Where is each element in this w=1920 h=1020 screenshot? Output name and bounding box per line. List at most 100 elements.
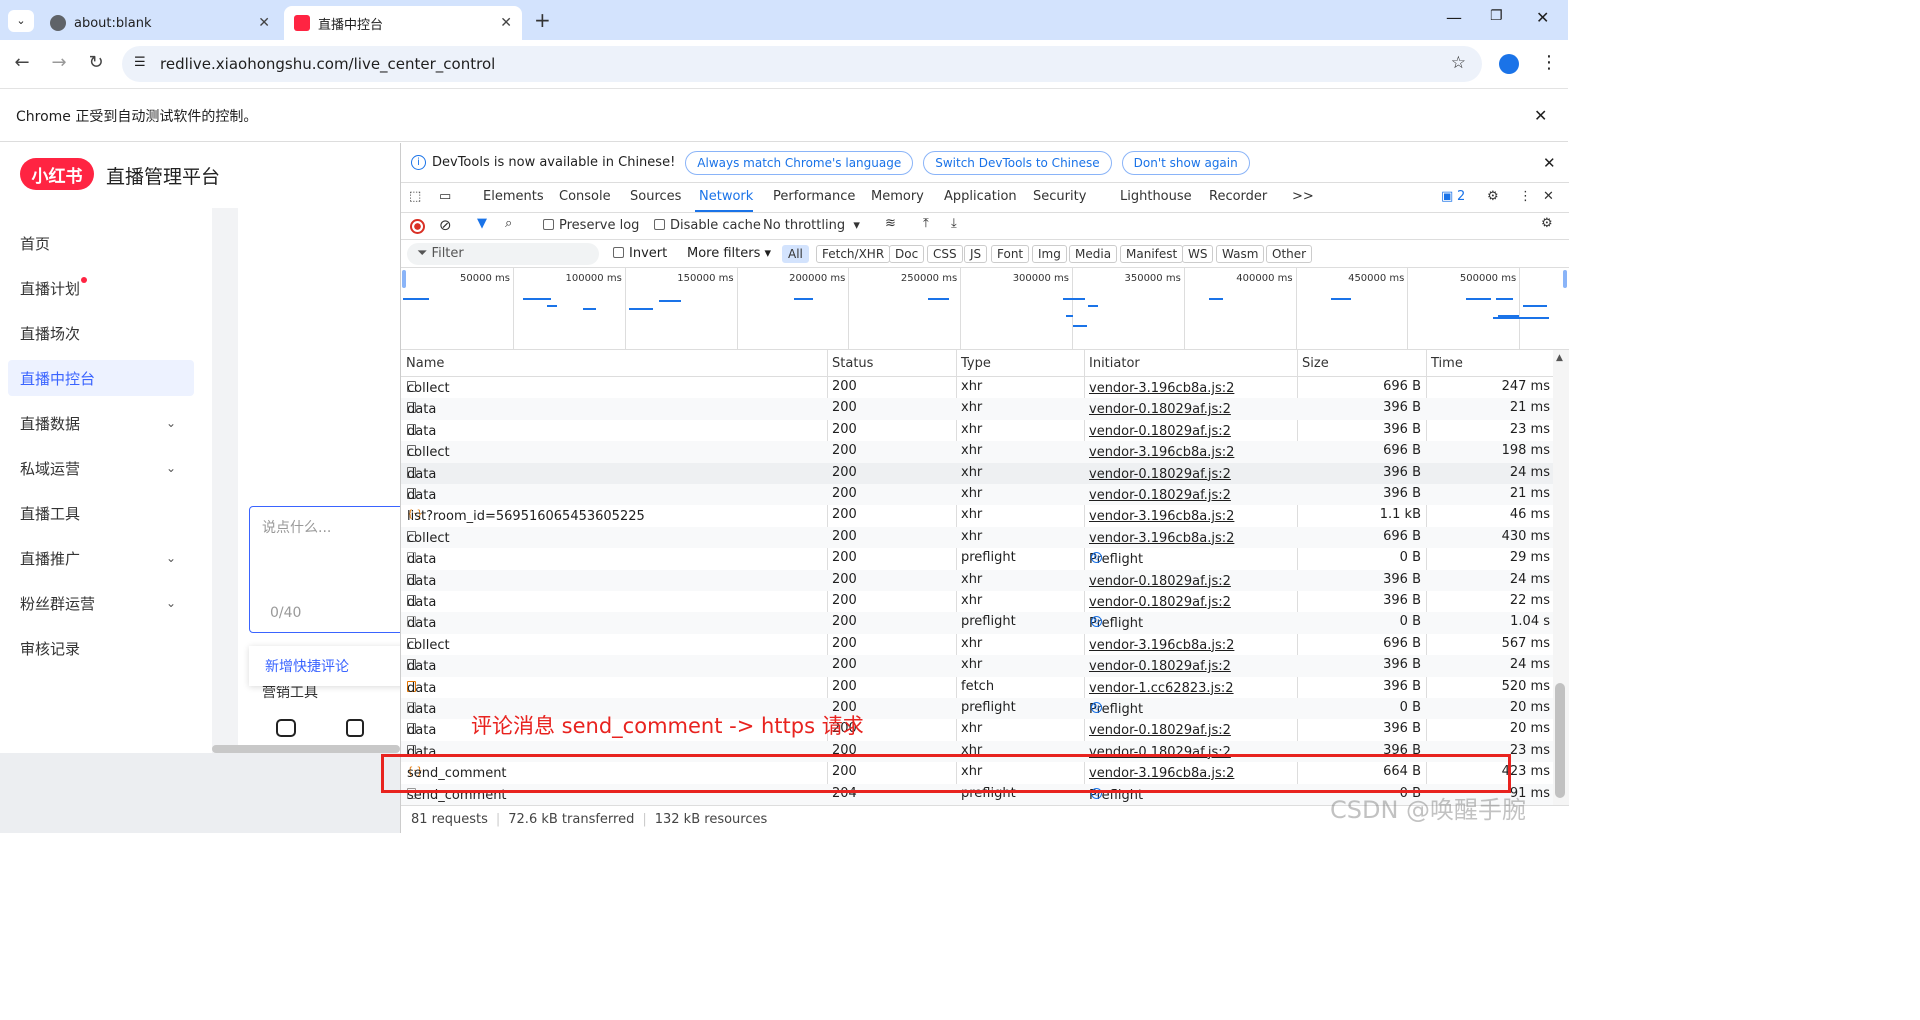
- comment-input[interactable]: 说点什么... 0/40: [249, 506, 409, 633]
- filter-media[interactable]: Media: [1069, 245, 1118, 263]
- scroll-up-icon[interactable]: ▲: [1556, 353, 1563, 363]
- filter-all[interactable]: All: [782, 245, 809, 263]
- tab-about-blank[interactable]: about:blank ✕: [40, 6, 280, 40]
- network-conditions-icon[interactable]: ≋: [885, 216, 896, 231]
- banner-close-icon[interactable]: ✕: [1543, 154, 1556, 172]
- request-row[interactable]: data 200 fetch vendor-1.cc62823.js:2 396 B 52…: [401, 677, 1553, 698]
- network-overview-timeline[interactable]: 50000 ms 100000 ms 150000 ms 200000 ms 25000…: [401, 268, 1569, 350]
- invert-checkbox[interactable]: Invert: [613, 246, 667, 261]
- filter-input[interactable]: ⏷ Filter: [407, 243, 599, 265]
- request-row[interactable]: data 200 xhr vendor-0.18029af.js:2 396 B 23 m…: [401, 420, 1553, 441]
- devtools-close-icon[interactable]: ✕: [1543, 189, 1554, 204]
- device-toolbar-icon[interactable]: ▭: [439, 189, 451, 204]
- initiator-link[interactable]: vendor-0.18029af.js:2: [1089, 574, 1231, 589]
- request-row[interactable]: {·} list?room_id=569516065453605225 200 xhr…: [401, 505, 1553, 526]
- request-row[interactable]: data 200 xhr vendor-0.18029af.js:2 396 B 21 m…: [401, 484, 1553, 506]
- tab-network[interactable]: Network: [699, 189, 753, 204]
- menu-kebab-icon[interactable]: ⋮: [1540, 52, 1558, 73]
- initiator-link[interactable]: vendor-0.18029af.js:2: [1089, 467, 1231, 482]
- filter-doc[interactable]: Doc: [889, 245, 925, 263]
- close-icon[interactable]: ✕: [500, 15, 512, 31]
- initiator-link[interactable]: vendor-0.18029af.js:2: [1089, 424, 1231, 439]
- more-filters-select[interactable]: More filters ▾: [687, 246, 771, 261]
- horizontal-scrollbar[interactable]: [212, 745, 400, 753]
- filter-font[interactable]: Font: [991, 245, 1030, 263]
- clear-icon[interactable]: ⊘: [439, 216, 452, 234]
- initiator-link[interactable]: vendor-3.196cb8a.js:2: [1089, 531, 1234, 546]
- site-info-icon[interactable]: ☰: [134, 55, 146, 70]
- import-har-icon[interactable]: ⤒: [923, 216, 929, 231]
- menu-item-live-tools[interactable]: 直播工具: [8, 495, 194, 531]
- profile-avatar-icon[interactable]: [1499, 54, 1519, 74]
- add-quick-comment-button[interactable]: 新增快捷评论: [249, 646, 409, 686]
- initiator-link[interactable]: vendor-0.18029af.js:2: [1089, 402, 1231, 417]
- tab-performance[interactable]: Performance: [773, 189, 855, 204]
- filter-manifest[interactable]: Manifest: [1120, 245, 1184, 263]
- col-name[interactable]: Name: [406, 356, 444, 371]
- filter-css[interactable]: CSS: [927, 245, 963, 263]
- request-row[interactable]: data 200 xhr vendor-0.18029af.js:2 396 B 22 m…: [401, 591, 1553, 612]
- menu-item-live-data[interactable]: 直播数据 ⌄: [8, 405, 194, 441]
- throttling-select[interactable]: No throttling ▾: [763, 218, 860, 233]
- filter-other[interactable]: Other: [1266, 245, 1313, 263]
- menu-item-live-control[interactable]: 直播中控台: [8, 360, 194, 396]
- filter-funnel-icon[interactable]: ▼: [477, 216, 487, 231]
- request-row[interactable]: data 200 preflight Preflight ↻ 0 B 1.04 s: [401, 612, 1553, 634]
- tab-lighthouse[interactable]: Lighthouse: [1120, 189, 1192, 204]
- forward-icon[interactable]: →: [47, 52, 71, 73]
- timeline-range-handle[interactable]: [1563, 270, 1567, 288]
- export-har-icon[interactable]: ⤓: [951, 216, 957, 231]
- tab-memory[interactable]: Memory: [871, 189, 924, 204]
- col-status[interactable]: Status: [832, 356, 873, 371]
- request-row[interactable]: collect 200 xhr vendor-3.196cb8a.js:2 696 B2…: [401, 377, 1553, 398]
- tab-application[interactable]: Application: [944, 189, 1017, 204]
- inspect-element-icon[interactable]: ⬚: [409, 189, 421, 204]
- disable-cache-checkbox[interactable]: Disable cache: [654, 218, 761, 233]
- col-initiator[interactable]: Initiator: [1089, 356, 1140, 371]
- request-row[interactable]: data 200 xhr vendor-0.18029af.js:2 396 B 24 m…: [401, 569, 1553, 591]
- initiator-link[interactable]: vendor-1.cc62823.js:2: [1089, 681, 1234, 696]
- vertical-scrollbar-thumb[interactable]: [1555, 683, 1565, 798]
- timeline-range-handle[interactable]: [402, 270, 406, 288]
- initiator-link[interactable]: vendor-0.18029af.js:2: [1089, 723, 1231, 738]
- tab-live-control[interactable]: 直播中控台 ✕: [284, 6, 522, 40]
- more-tabs-button[interactable]: >>: [1292, 189, 1314, 204]
- request-row[interactable]: collect 200 xhr vendor-3.196cb8a.js:2 696 B1…: [401, 441, 1553, 463]
- request-row[interactable]: data 200 preflight Preflight ↻ 0 B 29 ms: [401, 548, 1553, 569]
- menu-item-review-log[interactable]: 审核记录: [8, 630, 194, 666]
- request-row[interactable]: collect 200 xhr vendor-3.196cb8a.js:2 696 B5…: [401, 634, 1553, 655]
- tab-elements[interactable]: Elements: [483, 189, 544, 204]
- network-settings-gear-icon[interactable]: ⚙: [1541, 216, 1553, 231]
- initiator-link[interactable]: vendor-0.18029af.js:2: [1089, 659, 1231, 674]
- lottery-tool-icon[interactable]: [346, 719, 364, 737]
- address-bar[interactable]: ☰ redlive.xiaohongshu.com/live_center_co…: [122, 46, 1482, 82]
- preflight-link-icon[interactable]: ↻: [1091, 702, 1102, 713]
- tab-sources[interactable]: Sources: [630, 189, 681, 204]
- devtools-menu-icon[interactable]: ⋮: [1519, 189, 1532, 204]
- initiator-link[interactable]: vendor-3.196cb8a.js:2: [1089, 445, 1234, 460]
- minimize-icon[interactable]: —: [1446, 8, 1462, 27]
- window-close-icon[interactable]: ✕: [1536, 8, 1549, 27]
- initiator-link[interactable]: vendor-3.196cb8a.js:2: [1089, 509, 1234, 524]
- request-row[interactable]: data 200 xhr vendor-0.18029af.js:2 396 B 21 m…: [401, 398, 1553, 420]
- back-icon[interactable]: ←: [10, 52, 34, 73]
- search-icon[interactable]: ⌕: [505, 216, 512, 231]
- issues-badge-icon[interactable]: ▣: [1441, 189, 1453, 204]
- filter-img[interactable]: Img: [1032, 245, 1067, 263]
- restore-icon[interactable]: ❐: [1490, 8, 1503, 24]
- initiator-link[interactable]: vendor-3.196cb8a.js:2: [1089, 381, 1234, 396]
- preserve-log-checkbox[interactable]: Preserve log: [543, 218, 639, 233]
- initiator-link[interactable]: vendor-0.18029af.js:2: [1089, 595, 1231, 610]
- menu-item-live-sessions[interactable]: 直播场次: [8, 315, 194, 351]
- initiator-link[interactable]: vendor-3.196cb8a.js:2: [1089, 638, 1234, 653]
- menu-item-live-promotion[interactable]: 直播推广 ⌄: [8, 540, 194, 576]
- filter-fetch-xhr[interactable]: Fetch/XHR: [816, 245, 891, 263]
- initiator-link[interactable]: vendor-0.18029af.js:2: [1089, 488, 1231, 503]
- col-size[interactable]: Size: [1302, 356, 1329, 371]
- filter-ws[interactable]: WS: [1182, 245, 1214, 263]
- match-language-button[interactable]: Always match Chrome's language: [685, 150, 914, 175]
- tab-recorder[interactable]: Recorder: [1209, 189, 1267, 204]
- tab-search-icon[interactable]: ⌄: [8, 10, 34, 32]
- new-tab-button[interactable]: +: [534, 8, 551, 32]
- switch-chinese-button[interactable]: Switch DevTools to Chinese: [923, 150, 1112, 175]
